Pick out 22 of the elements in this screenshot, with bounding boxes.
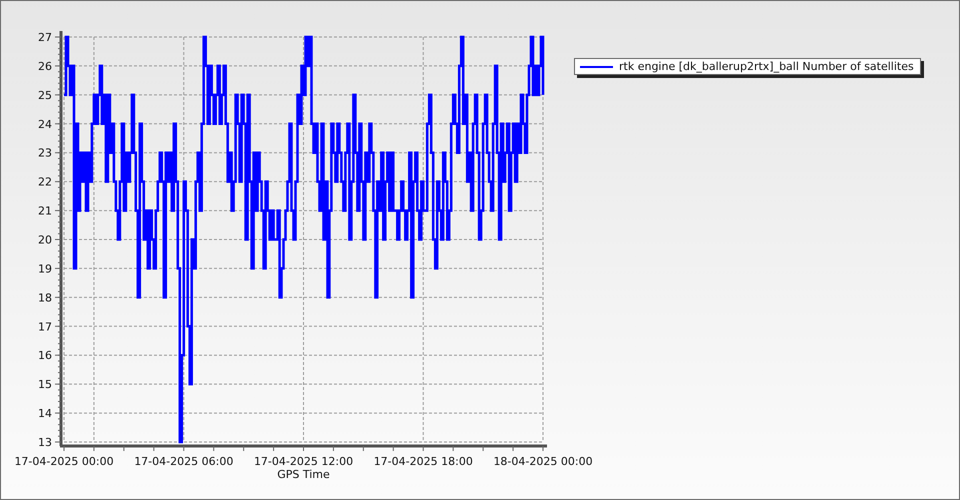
x-axis-title: GPS Time <box>277 468 330 481</box>
axis-tick-label: 22 <box>38 176 52 189</box>
axis-tick-label: 16 <box>38 349 52 362</box>
axis-tick-label: 18-04-2025 00:00 <box>493 455 593 468</box>
axis-tick-label: 17-04-2025 12:00 <box>254 455 354 468</box>
axis-tick-label: 25 <box>38 88 52 102</box>
axis-tick-label: 20 <box>38 234 52 246</box>
axis-tick-label: 23 <box>38 146 52 160</box>
axis-tick-label: 21 <box>38 204 52 218</box>
axis-tick-label: 18 <box>38 291 52 304</box>
axis-tick-label: 27 <box>38 31 52 44</box>
axis-tick-label: 17 <box>38 320 52 334</box>
axis-tick-label: 13 <box>38 436 52 449</box>
axis-tick-label: 19 <box>38 262 52 276</box>
axis-tick-label: 17-04-2025 00:00 <box>14 455 114 468</box>
axis-tick-label: 17-04-2025 18:00 <box>374 455 473 468</box>
axis-tick-label: 15 <box>38 378 52 392</box>
axis-tick-label: 17-04-2025 06:00 <box>134 455 234 468</box>
axis-tick-label: 24 <box>38 118 52 131</box>
axis-tick-label: 14 <box>38 407 52 420</box>
legend-label: rtk engine [dk_ballerup2rtx]_ball Number of satellites <box>619 60 914 73</box>
axis-tick-label: 26 <box>38 60 52 73</box>
